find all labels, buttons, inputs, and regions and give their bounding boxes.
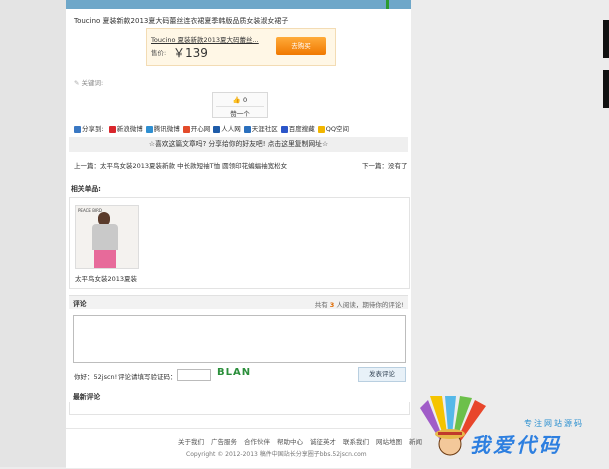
- share-site-icon: [317, 125, 325, 133]
- related-product-image[interactable]: PEACE BIRD: [75, 205, 139, 269]
- footer-link[interactable]: 诚征英才: [310, 438, 336, 446]
- comment-stats: 共有 3 人阅读，期待你的评论!: [315, 299, 404, 309]
- copy-url-banner[interactable]: ☆喜欢这篇文章吗? 分享给你的好友吧! 点击这里复制网址☆: [69, 137, 408, 152]
- reader-count: 3: [329, 301, 335, 309]
- tag-icon: ✎: [74, 79, 80, 87]
- site-watermark: 专注网站源码 我爱代码: [420, 396, 609, 467]
- related-heading: 相关单品:: [71, 185, 101, 193]
- latest-comments-box: [69, 402, 410, 415]
- watermark-title: 我爱代码: [470, 433, 562, 457]
- buy-box: Toucino 夏装新款2013夏大码蕾丝... 售价: ￥139 去购买: [146, 28, 336, 66]
- stats-prefix: 共有: [314, 301, 328, 309]
- keywords-label: 关键词:: [81, 79, 104, 87]
- share-item-label: 腾讯微博: [153, 125, 180, 133]
- like-button[interactable]: 👍 0 赞一个: [212, 92, 268, 118]
- share-row: 分享到: 新浪微博 腾讯微博 开心网 人人网 天涯社区 百度搜藏 QQ空间: [74, 123, 349, 133]
- footer-link[interactable]: 网站地图: [376, 438, 402, 446]
- captcha-label: 评论请填写验证码：: [118, 373, 177, 381]
- share-site-icon: [243, 125, 251, 133]
- latest-comments-heading: 最新评论: [73, 393, 101, 401]
- thumb-up-icon: 👍: [232, 96, 241, 104]
- product-image-strip: [66, 0, 411, 9]
- like-label: 赞一个: [216, 106, 264, 118]
- share-site-icon: [213, 125, 221, 133]
- price-label: 售价:: [151, 49, 167, 57]
- footer-link[interactable]: 合作伙伴: [244, 438, 270, 446]
- submit-comment-button[interactable]: 发表评论: [358, 367, 406, 382]
- share-item[interactable]: 腾讯微博: [145, 125, 180, 133]
- like-count: 0: [243, 96, 248, 104]
- share-site-icon: [280, 125, 288, 133]
- share-item[interactable]: 天涯社区: [243, 125, 278, 133]
- side-float-widget[interactable]: [603, 20, 609, 58]
- comment-heading: 评论: [73, 300, 87, 308]
- prev-article-link[interactable]: 上一篇：太平鸟女装2013夏装新款 中长款短袖T恤 圆领印花蝙蝠袖宽松女: [74, 160, 287, 170]
- footer: [66, 428, 411, 468]
- product-title: Toucino 夏装新款2013夏大码蕾丝连衣裙夏季韩版品质女装淑女裙子: [74, 17, 289, 25]
- next-article-link[interactable]: 下一篇：没有了: [362, 160, 408, 170]
- comment-header: 评论 共有 3 人阅读，期待你的评论!: [69, 295, 408, 309]
- left-background: [0, 0, 66, 467]
- share-item[interactable]: 新浪微博: [108, 125, 143, 133]
- buy-box-title[interactable]: Toucino 夏装新款2013夏大码蕾丝...: [151, 34, 259, 44]
- comment-textarea[interactable]: [73, 315, 406, 363]
- stats-suffix: 人阅读，期待你的评论!: [336, 301, 404, 309]
- share-item-label: QQ空间: [325, 125, 350, 133]
- share-item[interactable]: QQ空间: [317, 125, 350, 133]
- share-site-icon: [182, 125, 190, 133]
- watermark-tagline: 专注网站源码: [524, 419, 584, 428]
- share-item-label: 天涯社区: [251, 125, 278, 133]
- share-item-label: 新浪微博: [116, 125, 143, 133]
- share-item[interactable]: 开心网: [182, 125, 211, 133]
- share-item[interactable]: 百度搜藏: [280, 125, 315, 133]
- thumb-brand-text: PEACE BIRD: [78, 208, 102, 213]
- side-float-widget-2[interactable]: [603, 70, 609, 108]
- keywords-row: ✎ 关键词:: [74, 77, 103, 87]
- share-plus-icon: [74, 125, 81, 133]
- share-site-icon: [108, 125, 116, 133]
- footer-copyright: Copyright © 2012-2013 稿件中国站长分享圈子bbs.52js…: [186, 451, 367, 458]
- related-caption[interactable]: 太平鸟女装2013夏装: [75, 273, 137, 283]
- footer-link[interactable]: 联系我们: [343, 438, 369, 446]
- share-item-label: 开心网: [190, 125, 211, 133]
- footer-link[interactable]: 关于我们: [178, 438, 204, 446]
- captcha-image[interactable]: BLAN: [217, 367, 251, 378]
- share-item-label: 人人网: [221, 125, 241, 133]
- share-label: 分享到:: [82, 125, 104, 133]
- share-item-label: 百度搜藏: [288, 125, 315, 133]
- footer-links: 关于我们 广告服务 合作伙伴 帮助中心 诚征英才 联系我们 网站地图 新闻: [178, 436, 429, 446]
- price-value: ￥139: [173, 46, 208, 60]
- footer-link[interactable]: 广告服务: [211, 438, 237, 446]
- user-greeting: 你好：52jscn!: [74, 373, 118, 381]
- share-item[interactable]: 人人网: [213, 125, 241, 133]
- buy-button[interactable]: 去购买: [276, 37, 326, 55]
- captcha-input[interactable]: [177, 369, 211, 381]
- footer-link[interactable]: 帮助中心: [277, 438, 303, 446]
- share-site-icon: [145, 125, 153, 133]
